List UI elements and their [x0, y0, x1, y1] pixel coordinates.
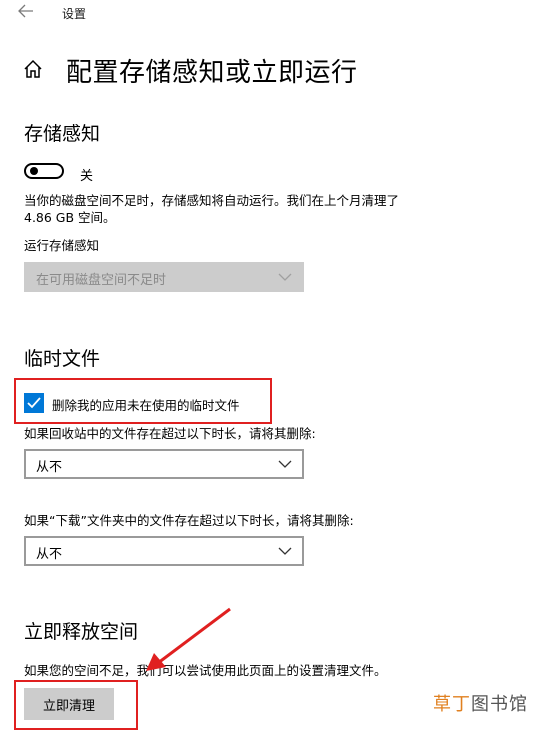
watermark-part-b: 图书馆	[471, 694, 528, 715]
toggle-state-label: 关	[80, 169, 94, 184]
recycle-bin-label: 如果回收站中的文件存在超过以下时长，请将其删除:	[24, 426, 316, 441]
chevron-down-icon	[278, 273, 292, 281]
downloads-value: 从不	[36, 547, 63, 562]
run-storage-sense-label: 运行存储感知	[24, 238, 100, 253]
annotation-arrow-icon	[146, 607, 231, 671]
chevron-down-icon	[278, 547, 292, 555]
free-space-heading: 立即释放空间	[24, 621, 139, 643]
storage-sense-description-line2: 4.86 GB 空间。	[24, 210, 116, 225]
clean-now-button[interactable]: 立即清理	[24, 688, 114, 720]
storage-sense-heading: 存储感知	[24, 123, 101, 145]
delete-temp-files-checkbox[interactable]	[24, 393, 44, 413]
delete-temp-files-label: 删除我的应用未在使用的临时文件	[52, 398, 240, 413]
chevron-down-icon	[278, 460, 292, 468]
page-title: 配置存储感知或立即运行	[66, 58, 358, 88]
toggle-knob	[30, 167, 38, 175]
downloads-label: 如果“下载”文件夹中的文件存在超过以下时长，请将其删除:	[24, 513, 354, 528]
run-storage-sense-select: 在可用磁盘空间不足时	[24, 262, 304, 292]
downloads-select[interactable]: 从不	[24, 536, 304, 566]
recycle-bin-select[interactable]: 从不	[24, 449, 304, 479]
recycle-bin-value: 从不	[36, 460, 63, 475]
watermark: 草丁图书馆	[433, 690, 528, 716]
run-storage-sense-value: 在可用磁盘空间不足时	[36, 273, 167, 288]
watermark-part-a: 草丁	[433, 694, 471, 715]
home-icon[interactable]	[22, 58, 44, 80]
back-arrow-icon[interactable]	[18, 4, 34, 21]
checkmark-icon	[27, 397, 41, 409]
window-title: 设置	[62, 7, 87, 21]
storage-sense-toggle[interactable]	[24, 163, 64, 179]
temp-files-heading: 临时文件	[24, 348, 101, 370]
